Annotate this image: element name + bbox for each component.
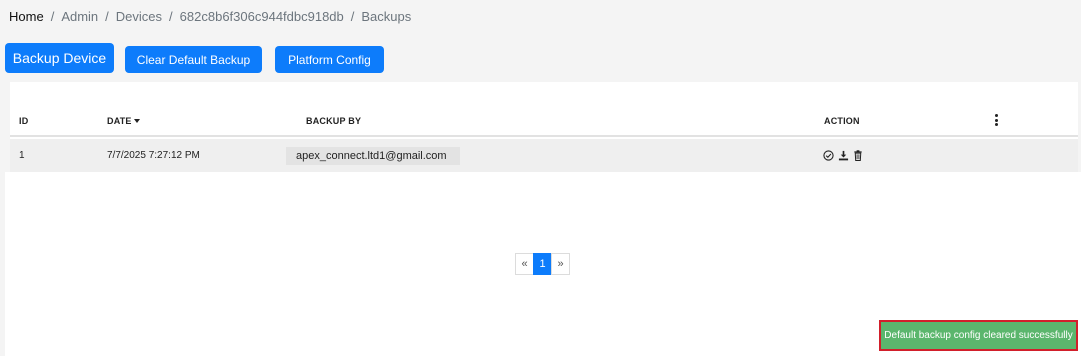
- breadcrumb: Home / Admin / Devices / 682c8b6f306c944…: [9, 9, 411, 24]
- cell-id: 1: [19, 150, 25, 161]
- row-actions: [823, 150, 863, 161]
- table-header: ID DATE BACKUP BY ACTION: [10, 82, 1078, 137]
- breadcrumb-devices[interactable]: Devices: [116, 9, 162, 24]
- breadcrumb-home[interactable]: Home: [9, 9, 44, 24]
- download-icon[interactable]: [838, 150, 849, 161]
- column-header-id[interactable]: ID: [19, 116, 28, 126]
- column-header-action: ACTION: [824, 116, 860, 126]
- cell-date: 7/7/2025 7:27:12 PM: [107, 150, 200, 161]
- backups-table: ID DATE BACKUP BY ACTION 1 7/7/2025 7:27…: [10, 82, 1078, 172]
- pagination-prev[interactable]: «: [515, 253, 534, 275]
- table-row: 1 7/7/2025 7:27:12 PM apex_connect.ltd1@…: [10, 139, 1078, 172]
- breadcrumb-separator: /: [169, 9, 173, 24]
- success-toast[interactable]: Default backup config cleared successful…: [879, 320, 1078, 351]
- platform-config-button[interactable]: Platform Config: [275, 46, 384, 73]
- breadcrumb-separator: /: [350, 9, 355, 24]
- breadcrumb-admin[interactable]: Admin: [61, 9, 98, 24]
- pagination-next[interactable]: »: [551, 253, 570, 275]
- cell-backup-by: apex_connect.ltd1@gmail.com: [286, 147, 460, 165]
- column-header-backup-by[interactable]: BACKUP BY: [306, 116, 361, 126]
- backup-device-button[interactable]: Backup Device: [5, 43, 114, 73]
- clear-default-backup-button[interactable]: Clear Default Backup: [125, 46, 262, 73]
- pagination: « 1 »: [515, 253, 570, 275]
- pagination-page-1[interactable]: 1: [533, 253, 552, 275]
- sort-desc-icon: [133, 119, 140, 123]
- column-header-date[interactable]: DATE: [107, 116, 140, 126]
- toast-message: Default backup config cleared successful…: [884, 330, 1073, 341]
- column-menu-kebab-icon[interactable]: [993, 114, 999, 126]
- breadcrumb-separator: /: [105, 9, 109, 24]
- breadcrumb-device-id[interactable]: 682c8b6f306c944fdbc918db: [180, 9, 344, 24]
- column-header-date-label: DATE: [107, 116, 132, 126]
- breadcrumb-separator: /: [50, 9, 55, 24]
- breadcrumb-backups: Backups: [361, 9, 412, 24]
- check-circle-icon[interactable]: [823, 150, 834, 161]
- trash-icon[interactable]: [853, 150, 863, 161]
